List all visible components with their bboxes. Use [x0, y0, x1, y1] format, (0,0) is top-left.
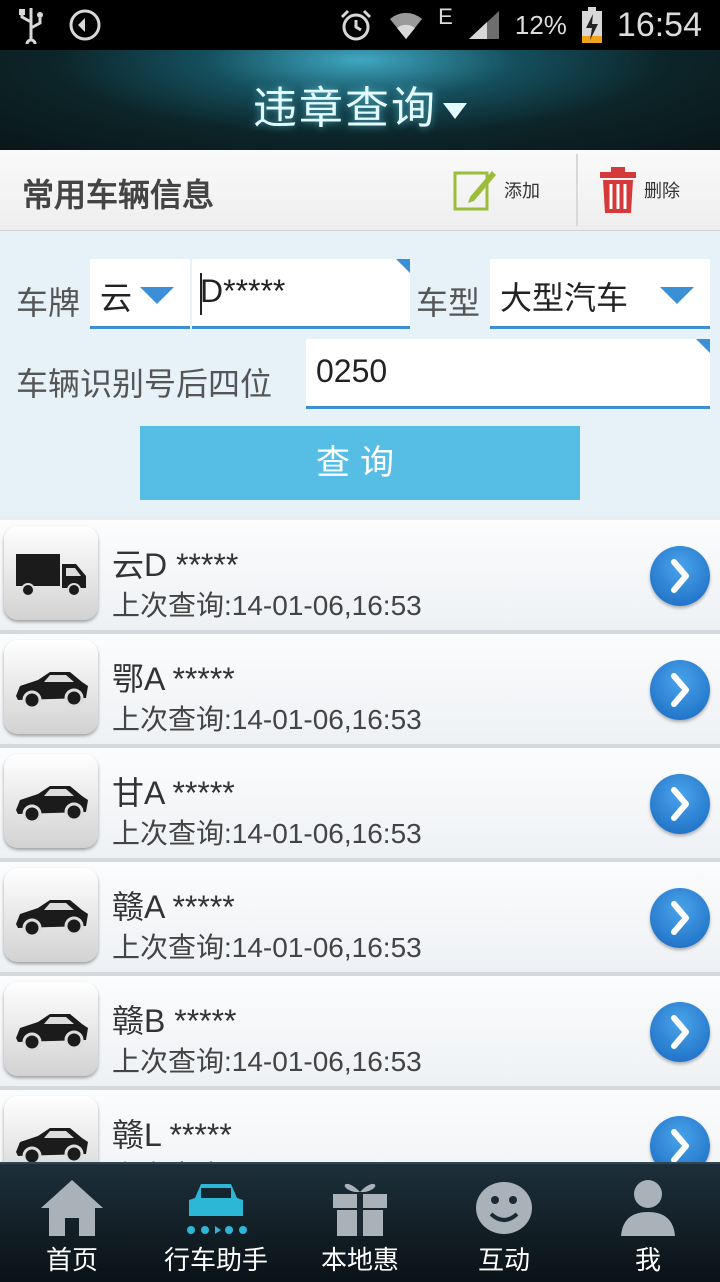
last-query-time: 上次查询:14-01-06,16:53: [112, 818, 422, 849]
add-button[interactable]: 添加: [452, 164, 540, 216]
person-icon: [621, 1180, 675, 1236]
plate-number: 赣B *****: [112, 1003, 237, 1039]
list-item[interactable]: 赣B ***** 上次查询:14-01-06,16:53: [0, 976, 720, 1090]
car-thumbnail: [4, 868, 98, 962]
province-value: 云: [100, 280, 133, 316]
car-icon: [16, 1128, 88, 1162]
page-title: 违章查询: [253, 83, 437, 134]
chevron-right-icon[interactable]: [650, 774, 710, 834]
dropdown-arrow-icon: [443, 103, 467, 119]
signal-icon: [468, 11, 499, 39]
edit-add-icon: [453, 171, 496, 211]
gift-icon: [333, 1183, 387, 1236]
battery-charging-icon: [581, 7, 602, 43]
status-bar: E 12% 16:54: [0, 0, 720, 50]
plate-number: 甘A *****: [112, 775, 235, 811]
vin-value: 0250: [316, 353, 388, 389]
add-label: 添加: [504, 181, 540, 202]
car-icon: [16, 1014, 88, 1052]
list-item[interactable]: 鄂A ***** 上次查询:14-01-06,16:53: [0, 634, 720, 748]
chat-face-icon: [476, 1182, 532, 1234]
car-thumbnail: [4, 982, 98, 1076]
nav-label: 我: [634, 1246, 661, 1276]
truck-thumbnail: [4, 526, 98, 620]
nav-label: 本地惠: [320, 1246, 399, 1276]
car-thumbnail: [4, 640, 98, 734]
list-item[interactable]: 云D ***** 上次查询:14-01-06,16:53: [0, 520, 720, 634]
last-query-time: 上次查询:14-01-06,16:53: [112, 1046, 422, 1077]
province-select[interactable]: 云: [90, 259, 190, 329]
plate-number-value: D*****: [200, 273, 286, 309]
sync-icon: [69, 9, 101, 41]
plate-number: 云D *****: [112, 547, 239, 583]
chevron-right-icon[interactable]: [650, 546, 710, 606]
last-query-time: 上次查询:14-01-06,16:53: [112, 590, 422, 621]
last-query-time: 上次查询:14-01-06,16:53: [112, 1154, 422, 1162]
section-title: 常用车辆信息: [22, 176, 215, 214]
page-title-dropdown[interactable]: 违章查询: [0, 72, 720, 136]
battery-percent: 12%: [514, 9, 567, 40]
list-item[interactable]: 甘A ***** 上次查询:14-01-06,16:53: [0, 748, 720, 862]
nav-label: 首页: [45, 1246, 98, 1276]
vehicle-info-header: 常用车辆信息 添加 删除: [0, 150, 720, 231]
query-button[interactable]: 查询: [140, 426, 580, 500]
divider: [576, 154, 578, 226]
chevron-down-icon: [660, 287, 694, 304]
type-label: 车型: [416, 284, 481, 322]
list-item[interactable]: 赣L ***** 上次查询:14-01-06,16:53: [0, 1090, 720, 1162]
last-query-time: 上次查询:14-01-06,16:53: [112, 932, 422, 963]
last-query-time: 上次查询:14-01-06,16:53: [112, 704, 422, 735]
nav-me[interactable]: 我: [576, 1164, 720, 1282]
vin-label: 车辆识别号后四位: [16, 365, 273, 403]
chevron-right-icon[interactable]: [650, 888, 710, 948]
nav-home[interactable]: 首页: [0, 1164, 144, 1282]
list-item[interactable]: 赣A ***** 上次查询:14-01-06,16:53: [0, 862, 720, 976]
chevron-right-icon[interactable]: [650, 1116, 710, 1162]
chevron-down-icon: [140, 287, 174, 304]
car-thumbnail: [4, 1096, 98, 1162]
home-icon: [41, 1180, 103, 1236]
chevron-right-icon[interactable]: [650, 660, 710, 720]
vehicle-list: 云D ***** 上次查询:14-01-06,16:53 鄂A ***** 上次…: [0, 516, 720, 1162]
car-icon: [16, 786, 88, 824]
nav-driving-assistant[interactable]: 行车助手: [144, 1164, 288, 1282]
vehicle-type-value: 大型汽车: [500, 280, 629, 316]
bottom-navigation: 首页 行车助手 本地惠 互动 我: [0, 1162, 720, 1282]
alarm-icon: [341, 9, 372, 41]
vehicle-type-select[interactable]: 大型汽车: [490, 259, 710, 329]
car-assistant-icon: [187, 1184, 247, 1234]
plate-number: 赣A *****: [112, 889, 235, 925]
plate-number: 鄂A *****: [112, 661, 235, 697]
delete-label: 删除: [644, 181, 680, 202]
truck-icon: [16, 554, 86, 597]
chevron-right-icon[interactable]: [650, 1002, 710, 1062]
wifi-icon: [390, 12, 423, 39]
car-icon: [16, 900, 88, 938]
plate-number: 赣L *****: [112, 1117, 232, 1153]
network-type: E: [438, 4, 453, 29]
trash-icon: [600, 167, 636, 213]
nav-label: 互动: [477, 1246, 530, 1276]
car-icon: [16, 672, 88, 710]
plate-number-input[interactable]: D*****: [192, 259, 410, 329]
car-thumbnail: [4, 754, 98, 848]
corner-marker-icon: [696, 339, 710, 353]
nav-local-deals[interactable]: 本地惠: [288, 1164, 432, 1282]
title-bar: 违章查询: [0, 50, 720, 150]
nav-label: 行车助手: [163, 1246, 268, 1276]
delete-button[interactable]: 删除: [598, 164, 680, 216]
vin-input[interactable]: 0250: [306, 339, 710, 409]
plate-label: 车牌: [16, 284, 81, 322]
clock: 16:54: [616, 5, 702, 44]
corner-marker-icon: [396, 259, 410, 273]
usb-icon: [19, 8, 43, 44]
nav-interaction[interactable]: 互动: [432, 1164, 576, 1282]
query-form: 车牌 云 D***** 车型 大型汽车 车辆识别号后四位 0250 查询: [0, 231, 720, 516]
